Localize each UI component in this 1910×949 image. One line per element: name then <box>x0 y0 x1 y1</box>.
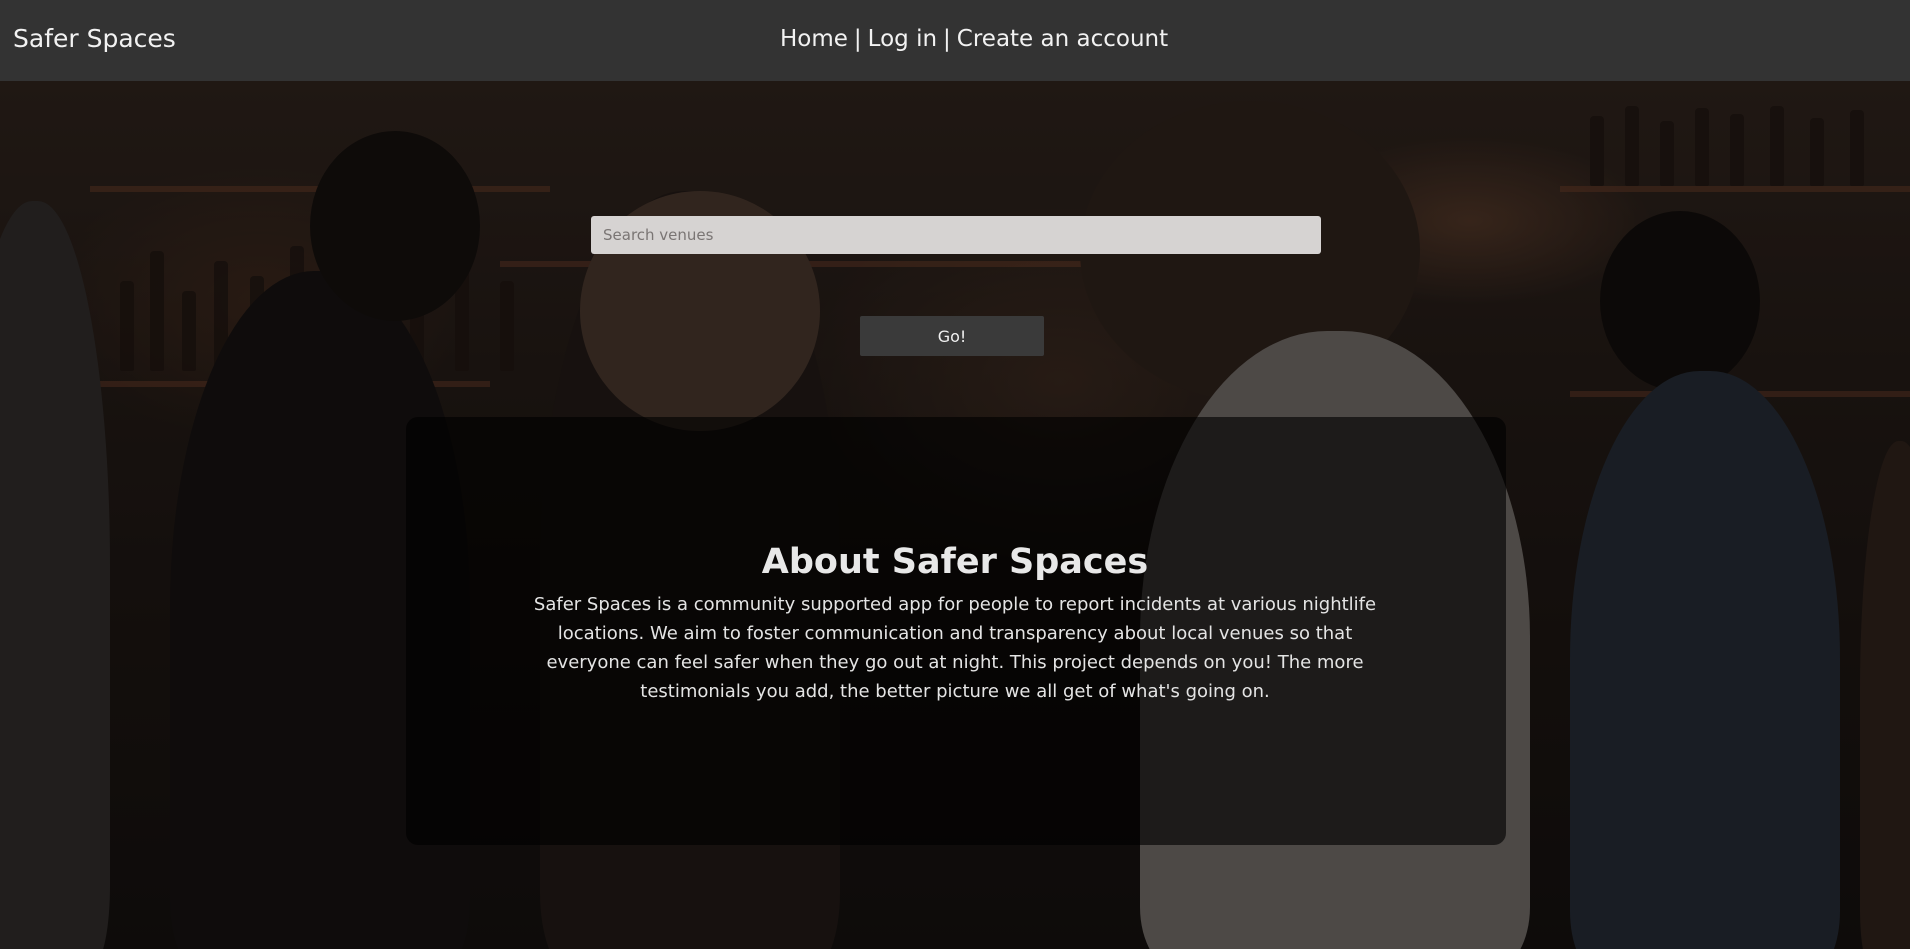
about-title: About Safer Spaces <box>761 542 1149 582</box>
nav-separator: | <box>853 26 862 52</box>
brand-link[interactable]: Safer Spaces <box>13 22 176 56</box>
nav-separator: | <box>943 26 951 52</box>
nav-create-account-link[interactable]: Create an account <box>957 26 1168 52</box>
go-button[interactable]: Go! <box>860 316 1044 356</box>
top-navbar: Safer Spaces Home | Log in | Create an accou… <box>0 0 1910 81</box>
nav-login-link[interactable]: Log in <box>868 26 937 52</box>
nav-links: Home | Log in | Create an account <box>780 22 1168 56</box>
search-venues-input[interactable] <box>591 216 1321 254</box>
nav-home-link[interactable]: Home <box>780 26 848 52</box>
about-description: Safer Spaces is a community supported ap… <box>533 594 1377 702</box>
